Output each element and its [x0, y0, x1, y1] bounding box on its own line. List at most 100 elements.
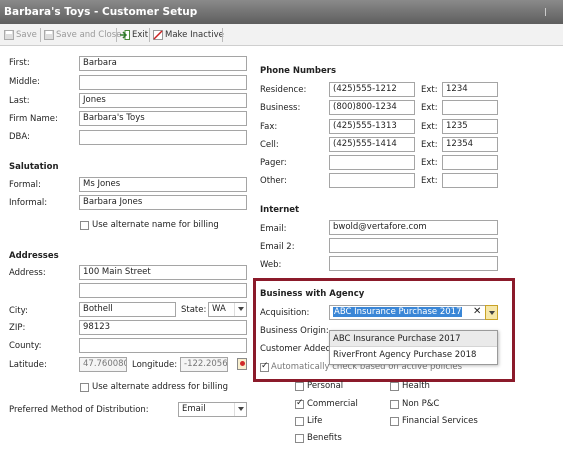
- internet-header: Internet: [260, 205, 300, 215]
- window-title-bar: Barbara's Toys - Customer Setup: [0, 0, 563, 24]
- commercial-checkbox[interactable]: [295, 398, 304, 409]
- chevron-down-icon: [234, 303, 246, 316]
- map-pin-icon[interactable]: [237, 358, 247, 370]
- web-input[interactable]: [329, 256, 498, 271]
- personal-label: Personal: [307, 381, 344, 391]
- toolbar-separator: [149, 28, 150, 42]
- email-input[interactable]: bwold@vertafore.com: [329, 220, 498, 235]
- acquisition-value: ABC Insurance Purchase 2017: [333, 307, 463, 317]
- fax-ext-input[interactable]: 1235: [442, 119, 498, 134]
- ext-label: Ext:: [421, 140, 438, 150]
- business-with-agency-header: Business with Agency: [260, 289, 365, 299]
- informal-label: Informal:: [9, 198, 48, 208]
- last-name-input[interactable]: Jones: [79, 93, 247, 108]
- state-select[interactable]: WA: [208, 302, 247, 317]
- city-label: City:: [9, 306, 28, 316]
- toolbar-separator: [116, 28, 117, 42]
- other-phone-input[interactable]: [329, 173, 415, 188]
- city-input[interactable]: Bothell: [79, 302, 176, 317]
- make-inactive-button[interactable]: Make Inactive: [151, 27, 224, 43]
- save-icon: [4, 30, 14, 40]
- life-checkbox[interactable]: [295, 417, 304, 426]
- dba-label: DBA:: [9, 132, 30, 142]
- pager-label: Pager:: [260, 158, 287, 168]
- exit-button[interactable]: Exit: [118, 27, 148, 43]
- ext-label: Ext:: [421, 85, 438, 95]
- business-origin-label: Business Origin:: [260, 326, 329, 336]
- longitude-label: Longitude:: [132, 360, 178, 370]
- acquisition-label: Acquisition:: [260, 308, 310, 318]
- auto-check-checkbox[interactable]: [260, 361, 269, 372]
- first-name-input[interactable]: Barbara: [79, 56, 247, 71]
- commercial-label: Commercial: [307, 399, 358, 409]
- email2-input[interactable]: [329, 238, 498, 253]
- address-line2-input[interactable]: [79, 283, 247, 298]
- county-input[interactable]: [79, 338, 247, 353]
- personal-checkbox[interactable]: [295, 382, 304, 391]
- middle-name-label: Middle:: [9, 77, 40, 87]
- longitude-input[interactable]: -122.20564: [180, 357, 228, 372]
- ext-label: Ext:: [421, 158, 438, 168]
- addresses-header: Addresses: [9, 251, 59, 261]
- cell-label: Cell:: [260, 140, 279, 150]
- toolbar: Save Save and Close Exit Make Inactive: [0, 24, 563, 46]
- fax-label: Fax:: [260, 122, 278, 132]
- pager-input[interactable]: [329, 155, 415, 170]
- residence-label: Residence:: [260, 85, 307, 95]
- residence-phone-input[interactable]: (425)555-1212: [329, 82, 415, 97]
- other-phone-label: Other:: [260, 176, 287, 186]
- ext-label: Ext:: [421, 122, 438, 132]
- exit-icon: [120, 30, 130, 40]
- fax-input[interactable]: (425)555-1313: [329, 119, 415, 134]
- business-phone-input[interactable]: (800)800-1234: [329, 100, 415, 115]
- save-and-close-button[interactable]: Save and Close: [42, 27, 121, 43]
- phone-numbers-header: Phone Numbers: [260, 66, 337, 76]
- latitude-label: Latitude:: [9, 360, 47, 370]
- business-phone-label: Business:: [260, 103, 301, 113]
- distribution-label: Preferred Method of Distribution:: [9, 405, 149, 415]
- non-pc-checkbox[interactable]: [390, 400, 399, 409]
- alternate-name-billing-label: Use alternate name for billing: [92, 220, 219, 230]
- ext-label: Ext:: [421, 176, 438, 186]
- acquisition-dropdown-list: ABC Insurance Purchase 2017 RiverFront A…: [329, 330, 498, 365]
- business-ext-input[interactable]: [442, 100, 498, 115]
- other-ext-input[interactable]: [442, 173, 498, 188]
- alternate-name-billing-checkbox[interactable]: [80, 221, 89, 230]
- non-pc-label: Non P&C: [402, 399, 440, 409]
- dba-input[interactable]: [79, 130, 247, 145]
- financial-services-checkbox[interactable]: [390, 417, 399, 426]
- firm-name-input[interactable]: Barbara's Toys: [79, 111, 247, 126]
- health-checkbox[interactable]: [390, 382, 399, 391]
- formal-label: Formal:: [9, 180, 41, 190]
- chevron-down-icon: [234, 403, 246, 416]
- informal-input[interactable]: Barbara Jones: [79, 195, 247, 210]
- middle-name-input[interactable]: [79, 75, 247, 90]
- latitude-input[interactable]: 47.760080: [79, 357, 127, 372]
- dropdown-option[interactable]: RiverFront Agency Purchase 2018: [330, 347, 497, 363]
- benefits-checkbox[interactable]: [295, 434, 304, 443]
- toolbar-separator: [40, 28, 41, 42]
- alternate-address-billing-label: Use alternate address for billing: [92, 382, 229, 392]
- address-line1-input[interactable]: 100 Main Street: [79, 265, 247, 280]
- financial-services-label: Financial Services: [402, 416, 478, 426]
- pager-ext-input[interactable]: [442, 155, 498, 170]
- benefits-label: Benefits: [307, 433, 342, 443]
- ext-label: Ext:: [421, 103, 438, 113]
- dropdown-option[interactable]: ABC Insurance Purchase 2017: [330, 331, 497, 347]
- cell-ext-input[interactable]: 12354: [442, 137, 498, 152]
- formal-input[interactable]: Ms Jones: [79, 177, 247, 192]
- county-label: County:: [9, 341, 42, 351]
- cell-input[interactable]: (425)555-1414: [329, 137, 415, 152]
- email2-label: Email 2:: [260, 242, 295, 252]
- zip-input[interactable]: 98123: [79, 320, 247, 335]
- salutation-header: Salutation: [9, 162, 59, 172]
- alternate-address-billing-checkbox[interactable]: [80, 383, 89, 392]
- clear-icon[interactable]: ✕: [473, 306, 481, 318]
- toolbar-separator: [222, 28, 223, 42]
- acquisition-dropdown-button[interactable]: [485, 305, 498, 320]
- save-button[interactable]: Save: [2, 27, 37, 43]
- email-label: Email:: [260, 224, 287, 234]
- residence-ext-input[interactable]: 1234: [442, 82, 498, 97]
- address-label: Address:: [9, 268, 46, 278]
- distribution-select[interactable]: Email: [178, 402, 247, 417]
